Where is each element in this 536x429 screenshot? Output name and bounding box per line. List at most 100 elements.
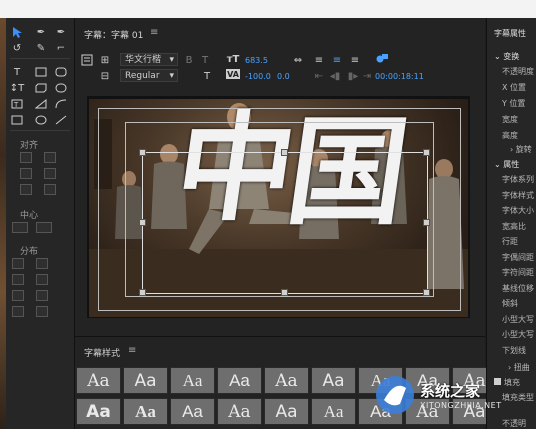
distribute-v-even-button[interactable] — [36, 306, 48, 317]
distort-row[interactable]: › 扭曲 — [508, 362, 530, 373]
text-property-row[interactable]: 倾斜 — [502, 298, 518, 309]
show-background-video-icon[interactable] — [375, 52, 389, 64]
style-swatch[interactable]: Aa — [170, 367, 215, 394]
distribute-top-button[interactable] — [36, 258, 48, 269]
kerning-value[interactable]: -100.0 — [245, 72, 271, 81]
type-tool-icon[interactable]: T — [10, 66, 24, 78]
resize-handle-br[interactable] — [423, 289, 430, 296]
text-property-row[interactable]: 基线位移 — [502, 283, 534, 294]
vertical-area-type-tool-icon[interactable] — [10, 114, 24, 126]
resize-handle-tl[interactable] — [139, 149, 146, 156]
leading-value[interactable]: 0.0 — [277, 72, 290, 81]
align-hcenter-button[interactable] — [20, 168, 32, 179]
rotation-row[interactable]: › 旋转 — [510, 144, 532, 155]
center-vertical-button[interactable] — [36, 222, 52, 233]
fill-type-row[interactable]: 填充类型 — [502, 392, 534, 403]
resize-handle-tr[interactable] — [423, 149, 430, 156]
text-property-row[interactable]: 小型大写 — [502, 329, 534, 340]
text-property-row[interactable]: 小型大写 — [502, 314, 534, 325]
tab-center-icon[interactable]: ◂▮ — [328, 70, 342, 82]
opacity-row[interactable]: 不透明 — [502, 418, 526, 429]
transform-property-row[interactable]: X 位置 — [502, 82, 526, 93]
delete-anchor-tool-icon[interactable]: ✎ — [34, 42, 48, 54]
timecode-value[interactable]: 00:00:18:11 — [375, 72, 424, 81]
transform-property-row[interactable]: 宽度 — [502, 114, 518, 125]
vertical-type-tool-icon[interactable]: ↕T — [10, 82, 25, 94]
tab-left-icon[interactable]: ⇤ — [312, 70, 326, 82]
area-type-tool-icon[interactable]: T — [10, 98, 24, 110]
style-swatch[interactable]: Aa — [264, 398, 309, 425]
roll-crawl-icon[interactable] — [80, 54, 94, 66]
selection-tool-icon[interactable] — [10, 26, 24, 38]
align-right-button[interactable] — [20, 184, 32, 195]
distribute-bottom-button[interactable] — [36, 290, 48, 301]
styles-menu-icon[interactable]: ≡ — [128, 345, 136, 356]
style-swatch[interactable]: Aa — [76, 367, 121, 394]
text-property-row[interactable]: 字体系列 — [502, 174, 534, 185]
tab-right-icon[interactable]: ▮▸ — [346, 70, 360, 82]
text-property-row[interactable]: 字符间距 — [502, 267, 534, 278]
style-swatch[interactable]: Aa — [311, 398, 356, 425]
style-swatch[interactable]: Aa — [311, 367, 356, 394]
rectangle-tool-icon[interactable] — [34, 66, 48, 78]
align-top-button[interactable] — [44, 152, 56, 163]
underline-icon[interactable]: T — [200, 70, 214, 82]
font-family-select[interactable]: 华文行楷 ▾ — [120, 53, 178, 66]
italic-icon[interactable]: T — [198, 54, 212, 66]
align-left-button[interactable] — [20, 152, 32, 163]
distribute-vcenter-button[interactable] — [36, 274, 48, 285]
style-swatch[interactable]: Aa — [217, 398, 262, 425]
style-swatch[interactable]: Aa — [123, 398, 168, 425]
text-property-row[interactable]: 字体大小 — [502, 205, 534, 216]
align-vcenter-button[interactable] — [44, 168, 56, 179]
ellipse-tool-icon[interactable] — [34, 114, 48, 126]
wedge-tool-icon[interactable] — [34, 98, 48, 110]
resize-handle-r[interactable] — [423, 219, 430, 226]
style-swatch[interactable]: Aa — [123, 367, 168, 394]
font-size-value[interactable]: 683.5 — [245, 56, 268, 65]
text-property-row[interactable]: 行距 — [502, 236, 518, 247]
distribute-left-button[interactable] — [12, 258, 24, 269]
transform-property-row[interactable]: 高度 — [502, 130, 518, 141]
round-rect-tool-icon[interactable] — [54, 82, 68, 94]
style-swatch[interactable]: Aa — [76, 398, 121, 425]
clipped-rect-tool-icon[interactable] — [34, 82, 48, 94]
style-swatch[interactable]: Aa — [264, 367, 309, 394]
align-text-left-icon[interactable]: ≡ — [312, 54, 326, 66]
text-property-row[interactable]: 宽高比 — [502, 221, 526, 232]
align-text-right-icon[interactable]: ≡ — [348, 54, 362, 66]
distribute-hcenter-button[interactable] — [12, 274, 24, 285]
fill-checkbox[interactable] — [494, 378, 501, 385]
convert-anchor-tool-icon[interactable]: ⌐ — [54, 42, 68, 54]
arc-tool-icon[interactable] — [54, 98, 68, 110]
transform-section-header[interactable]: ⌄ 变换 — [494, 51, 519, 62]
line-tool-icon[interactable] — [54, 114, 68, 126]
style-swatch[interactable]: Aa — [170, 398, 215, 425]
text-bounding-box[interactable] — [142, 152, 428, 294]
font-style-select[interactable]: Regular ▾ — [120, 69, 178, 82]
resize-handle-t[interactable] — [281, 149, 288, 156]
align-text-center-icon[interactable]: ≡ — [330, 54, 344, 66]
distribute-h-even-button[interactable] — [12, 306, 24, 317]
transform-property-row[interactable]: 不透明度 — [502, 66, 534, 77]
style-swatch[interactable]: Aa — [217, 367, 262, 394]
tab-end-icon[interactable]: ⇥ — [360, 70, 374, 82]
distribute-right-button[interactable] — [12, 290, 24, 301]
resize-handle-l[interactable] — [139, 219, 146, 226]
transform-property-row[interactable]: Y 位置 — [502, 98, 525, 109]
tab-stops-icon[interactable]: ⊞ — [98, 54, 112, 66]
text-property-row[interactable]: 下划线 — [502, 345, 526, 356]
resize-handle-bl[interactable] — [139, 289, 146, 296]
text-property-row[interactable]: 字偶间距 — [502, 252, 534, 263]
rounded-rect-tool-icon[interactable] — [54, 66, 68, 78]
fill-row[interactable]: 填充 — [494, 377, 520, 388]
align-bottom-button[interactable] — [44, 184, 56, 195]
resize-handle-b[interactable] — [281, 289, 288, 296]
text-property-row[interactable]: 字体样式 — [502, 190, 534, 201]
panel-menu-icon[interactable]: ≡ — [150, 27, 158, 38]
pen-tool-icon[interactable]: ✒ — [34, 26, 48, 38]
add-anchor-tool-icon[interactable]: ✒ — [54, 26, 68, 38]
bold-icon[interactable]: B — [182, 54, 196, 66]
center-horizontal-button[interactable] — [12, 222, 28, 233]
properties-section-header[interactable]: ⌄ 属性 — [494, 159, 519, 170]
